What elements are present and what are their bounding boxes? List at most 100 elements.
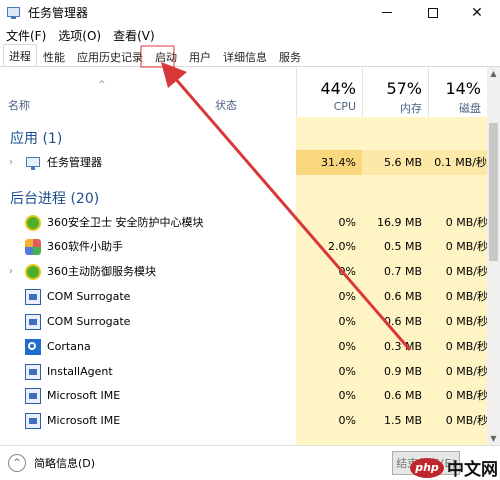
process-name: COM Surrogate [47,315,131,328]
process-memory: 16.9 MB [376,216,422,229]
process-disk: 0 MB/秒 [445,265,487,278]
task-manager-icon [25,155,41,171]
process-memory: 0.6 MB [383,389,422,402]
column-name-header[interactable]: 名称 [8,97,30,113]
memory-total-percent: 57% [386,79,422,98]
process-cpu: 0% [338,315,356,328]
menu-file[interactable]: 文件(F) [6,27,46,44]
window-app-icon [25,314,41,330]
process-memory: 0.7 MB [383,265,422,278]
column-memory-header[interactable]: 57% 内存 [362,67,428,117]
process-row[interactable]: › 任务管理器 31.4% 5.6 MB 0.1 MB/秒 [0,150,487,175]
process-memory: 0.5 MB [383,240,422,253]
column-header: ^ 名称 状态 44% CPU 57% 内存 14% 磁盘 [0,67,487,117]
scroll-up-arrow-icon[interactable]: ▲ [487,67,500,80]
process-name: InstallAgent [47,365,113,378]
process-disk: 0.1 MB/秒 [428,150,487,175]
process-list: 应用 (1) › 任务管理器 31.4% 5.6 MB 0.1 MB/秒 后台进… [0,117,487,445]
close-icon: ✕ [471,4,483,21]
section-apps-heading: 应用 (1) [10,131,63,147]
column-cpu-header[interactable]: 44% CPU [296,67,362,117]
disk-label: 磁盘 [459,102,481,115]
fewer-details-link[interactable]: 简略信息(D) [34,455,95,471]
process-cpu: 0% [338,265,356,278]
process-row[interactable]: Microsoft IME 0% 0.6 MB 0 MB/秒 [0,383,487,408]
process-name: 360安全卫士 安全防护中心模块 [47,216,204,229]
menu-view[interactable]: 查看(V) [113,27,155,44]
tab-performance[interactable]: 性能 [37,46,71,66]
window-app-icon [25,388,41,404]
memory-label: 内存 [400,102,422,115]
process-name: Cortana [47,340,91,353]
process-disk: 0 MB/秒 [445,290,487,303]
process-memory: 0.6 MB [383,290,422,303]
process-cpu: 0% [338,414,356,427]
tab-app-history[interactable]: 应用历史记录 [71,46,149,66]
sort-indicator-icon: ^ [98,80,106,90]
process-name: Microsoft IME [47,389,121,402]
task-manager-icon [6,5,22,21]
watermark-text: 中文网 [447,460,498,480]
menu-bar: 文件(F) 选项(O) 查看(V) [0,25,500,45]
process-name: COM Surrogate [47,290,131,303]
process-memory: 0.9 MB [383,365,422,378]
php-logo-icon: php [410,457,444,478]
process-memory: 0.6 MB [383,315,422,328]
cortana-icon [25,339,41,355]
process-disk: 0 MB/秒 [445,365,487,378]
window-app-icon [25,413,41,429]
process-memory: 0.3 MB [383,340,422,353]
process-cpu: 31.4% [296,150,362,175]
process-row[interactable]: › 360主动防御服务模块 0% 0.7 MB 0 MB/秒 [0,259,487,284]
disk-total-percent: 14% [445,79,481,98]
expand-chevron-icon[interactable]: › [9,259,13,284]
column-status-header[interactable]: 状态 [215,97,237,113]
process-cpu: 0% [338,340,356,353]
window-app-icon [25,364,41,380]
process-disk: 0 MB/秒 [445,315,487,328]
minimize-icon [382,12,392,13]
menu-options[interactable]: 选项(O) [58,27,101,44]
scroll-thumb[interactable] [489,123,498,261]
process-row[interactable]: COM Surrogate 0% 0.6 MB 0 MB/秒 [0,284,487,309]
column-disk-header[interactable]: 14% 磁盘 [428,67,487,117]
expand-chevron-icon[interactable]: › [9,150,13,175]
process-name: 360软件小助手 [47,240,123,253]
process-name: 任务管理器 [47,156,102,169]
process-disk: 0 MB/秒 [445,414,487,427]
process-cpu: 0% [338,389,356,402]
tab-services[interactable]: 服务 [273,46,307,66]
tab-processes[interactable]: 进程 [3,44,37,66]
360-icon [25,264,41,280]
tab-details[interactable]: 详细信息 [217,46,273,66]
process-name: Microsoft IME [47,414,121,427]
process-row[interactable]: Cortana 0% 0.3 MB 0 MB/秒 [0,334,487,359]
maximize-icon [428,7,438,18]
close-button[interactable]: ✕ [454,0,500,25]
window-app-icon [25,289,41,305]
tab-bar: 进程 性能 应用历史记录 启动 用户 详细信息 服务 [0,44,500,67]
collapse-details-icon[interactable]: ^ [8,454,26,472]
process-memory: 5.6 MB [362,150,428,175]
cpu-total-percent: 44% [320,79,356,98]
process-row[interactable]: COM Surrogate 0% 0.6 MB 0 MB/秒 [0,309,487,334]
process-cpu: 0% [338,290,356,303]
process-row[interactable]: 360软件小助手 2.0% 0.5 MB 0 MB/秒 [0,234,487,259]
process-name: 360主动防御服务模块 [47,265,156,278]
vertical-scrollbar[interactable]: ▲ ▼ [487,67,500,445]
process-cpu: 0% [338,365,356,378]
tab-users[interactable]: 用户 [183,46,217,66]
scroll-down-arrow-icon[interactable]: ▼ [487,432,500,445]
software-assistant-icon [25,239,41,255]
process-disk: 0 MB/秒 [445,389,487,402]
process-row[interactable]: 360安全卫士 安全防护中心模块 0% 16.9 MB 0 MB/秒 [0,210,487,235]
process-row[interactable]: Microsoft IME 0% 1.5 MB 0 MB/秒 [0,408,487,433]
process-memory: 1.5 MB [383,414,422,427]
maximize-button[interactable] [410,0,456,25]
360-icon [25,215,41,231]
minimize-button[interactable] [364,0,410,25]
process-row[interactable]: InstallAgent 0% 0.9 MB 0 MB/秒 [0,359,487,384]
php-cn-watermark: php 中文网 [410,455,498,480]
tab-startup[interactable]: 启动 [149,46,183,66]
process-cpu: 0% [338,216,356,229]
